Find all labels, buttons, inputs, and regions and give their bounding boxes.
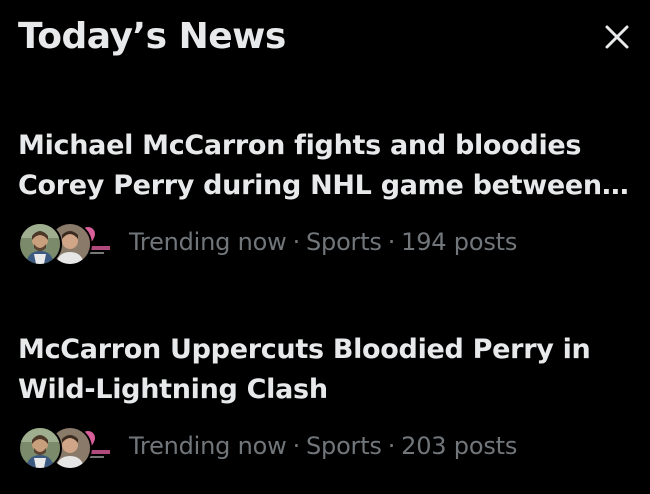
post-count: 194 posts [401,228,518,256]
separator-dot: · [387,432,396,460]
trending-status: Trending now [129,432,287,460]
close-icon [605,25,629,49]
story-headline[interactable]: McCarron Uppercuts Bloodied Perry in Wil… [18,330,632,410]
avatar-group [18,220,116,268]
story-headline[interactable]: Michael McCarron fights and bloodies Cor… [18,126,632,206]
story-meta-text: Trending now · Sports · 203 posts [129,432,517,460]
page-title: Today’s News [18,16,286,57]
news-header: Today’s News [18,14,632,64]
news-story[interactable]: McCarron Uppercuts Bloodied Perry in Wil… [18,330,632,472]
story-meta: Trending now · Sports · 203 posts [18,424,632,472]
separator-dot: · [387,228,396,256]
story-meta-text: Trending now · Sports · 194 posts [129,228,517,256]
close-button[interactable] [602,22,632,52]
avatar-person-icon [18,222,62,266]
story-meta: Trending now · Sports · 194 posts [18,220,632,268]
separator-dot: · [292,228,301,256]
post-count: 203 posts [401,432,518,460]
trending-status: Trending now [129,228,287,256]
story-category: Sports [306,228,382,256]
news-story[interactable]: Michael McCarron fights and bloodies Cor… [18,126,632,268]
avatar-group [18,424,116,472]
separator-dot: · [292,432,301,460]
avatar-person-icon [18,426,62,470]
story-category: Sports [306,432,382,460]
